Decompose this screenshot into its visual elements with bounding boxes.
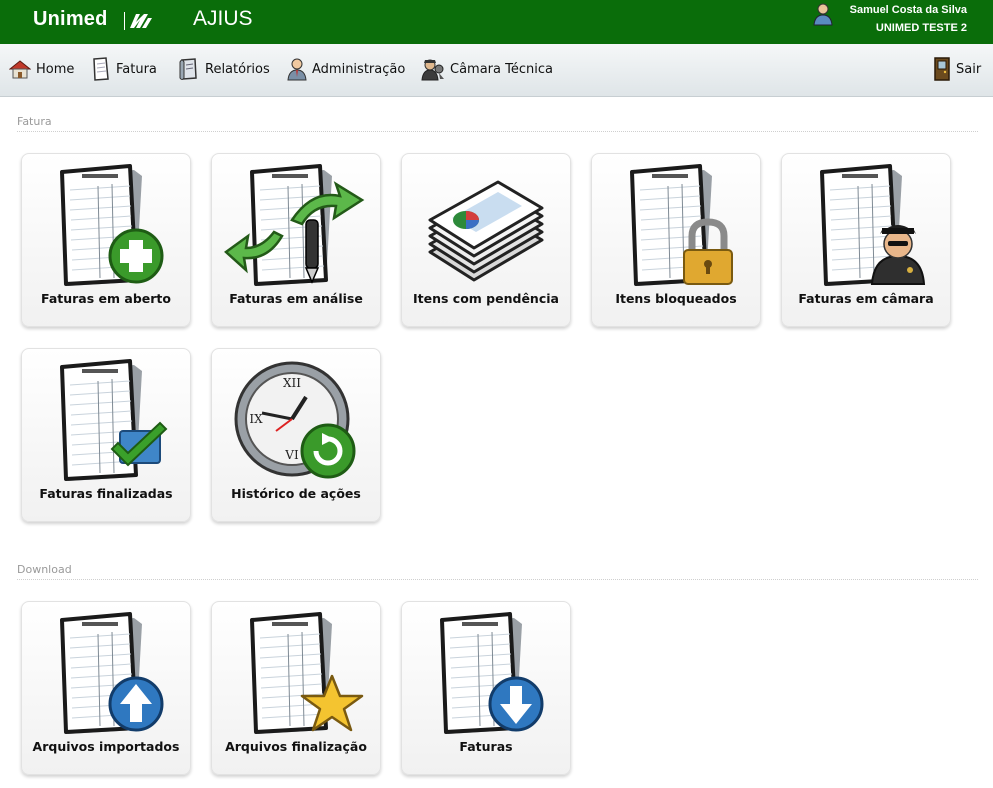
technical-chamber-icon — [421, 59, 444, 81]
document-icon — [93, 57, 109, 81]
main-navigation: Home Fatura Relatórios Administração Câm… — [0, 44, 993, 97]
app-title: AJIUS — [193, 7, 253, 30]
nav-home-label: Home — [36, 61, 75, 77]
user-name: Samuel Costa da Silva — [849, 4, 967, 16]
tile-faturas-em-analise[interactable]: Faturas em análise — [211, 153, 381, 327]
tile-arquivos-importados[interactable]: Arquivos importados — [21, 601, 191, 775]
document-upload-icon — [32, 608, 164, 736]
nav-sair[interactable]: Sair — [933, 56, 981, 82]
tile-faturas-finalizadas[interactable]: Faturas finalizadas — [21, 348, 191, 522]
tile-arquivos-finalizacao[interactable]: Arquivos finalização — [211, 601, 381, 775]
nav-camara-tecnica-label: Câmara Técnica — [450, 61, 553, 77]
admin-user-icon — [287, 58, 307, 81]
report-scroll-icon — [179, 58, 197, 80]
tile-faturas-em-camara[interactable]: Faturas em câmara — [781, 153, 951, 327]
nav-fatura[interactable]: Fatura — [91, 56, 157, 82]
document-add-icon — [32, 160, 164, 288]
unimed-logo-mark-icon — [130, 14, 152, 28]
tile-historico-de-acoes[interactable]: XII IX VI Histórico de ações — [211, 348, 381, 522]
tile-label: Histórico de ações — [231, 486, 361, 501]
tile-label: Arquivos finalização — [225, 739, 367, 754]
tile-faturas-em-aberto[interactable]: Faturas em aberto — [21, 153, 191, 327]
svg-text:VI: VI — [284, 448, 299, 462]
document-star-icon — [222, 608, 364, 736]
logo-separator — [124, 12, 125, 30]
document-pen-arrows-icon — [224, 160, 365, 288]
user-icon — [813, 3, 833, 26]
tile-itens-bloqueados[interactable]: Itens bloqueados — [591, 153, 761, 327]
nav-administracao[interactable]: Administração — [287, 56, 405, 82]
svg-text:XII: XII — [283, 376, 301, 390]
section-divider — [17, 579, 978, 580]
tile-label: Faturas finalizadas — [39, 486, 173, 501]
section-divider — [17, 131, 978, 132]
nav-fatura-label: Fatura — [116, 61, 157, 77]
tile-label: Faturas — [459, 739, 513, 754]
stack-pie-chart-icon — [428, 180, 544, 282]
nav-camara-tecnica[interactable]: Câmara Técnica — [421, 56, 553, 82]
tile-label: Itens com pendência — [413, 291, 559, 306]
nav-relatorios[interactable]: Relatórios — [178, 56, 270, 82]
document-lock-icon — [602, 160, 733, 288]
tile-itens-com-pendencia[interactable]: Itens com pendência — [401, 153, 571, 327]
unimed-logo: Unimed — [33, 8, 108, 30]
document-download-icon — [412, 608, 544, 736]
tile-label: Itens bloqueados — [615, 291, 737, 306]
tile-label: Faturas em análise — [229, 291, 363, 306]
nav-administracao-label: Administração — [312, 61, 406, 77]
tile-label: Faturas em câmara — [798, 291, 934, 306]
exit-door-icon — [934, 57, 950, 81]
clock-history-icon: XII IX VI — [234, 361, 356, 479]
home-icon — [9, 60, 31, 79]
nav-home[interactable]: Home — [9, 56, 74, 82]
tile-faturas-download[interactable]: Faturas — [401, 601, 571, 775]
user-organization: UNIMED TESTE 2 — [875, 22, 967, 34]
section-title-fatura: Fatura — [17, 115, 52, 128]
tile-label: Faturas em aberto — [41, 291, 171, 306]
top-header: Unimed AJIUS Samuel Costa da Silva UNIME… — [0, 0, 993, 44]
tile-label: Arquivos importados — [32, 739, 180, 754]
nav-relatorios-label: Relatórios — [205, 61, 270, 77]
document-officer-icon — [792, 160, 926, 288]
nav-sair-label: Sair — [956, 61, 982, 77]
document-check-icon — [32, 355, 168, 483]
section-title-download: Download — [17, 563, 72, 576]
svg-text:IX: IX — [249, 412, 263, 426]
